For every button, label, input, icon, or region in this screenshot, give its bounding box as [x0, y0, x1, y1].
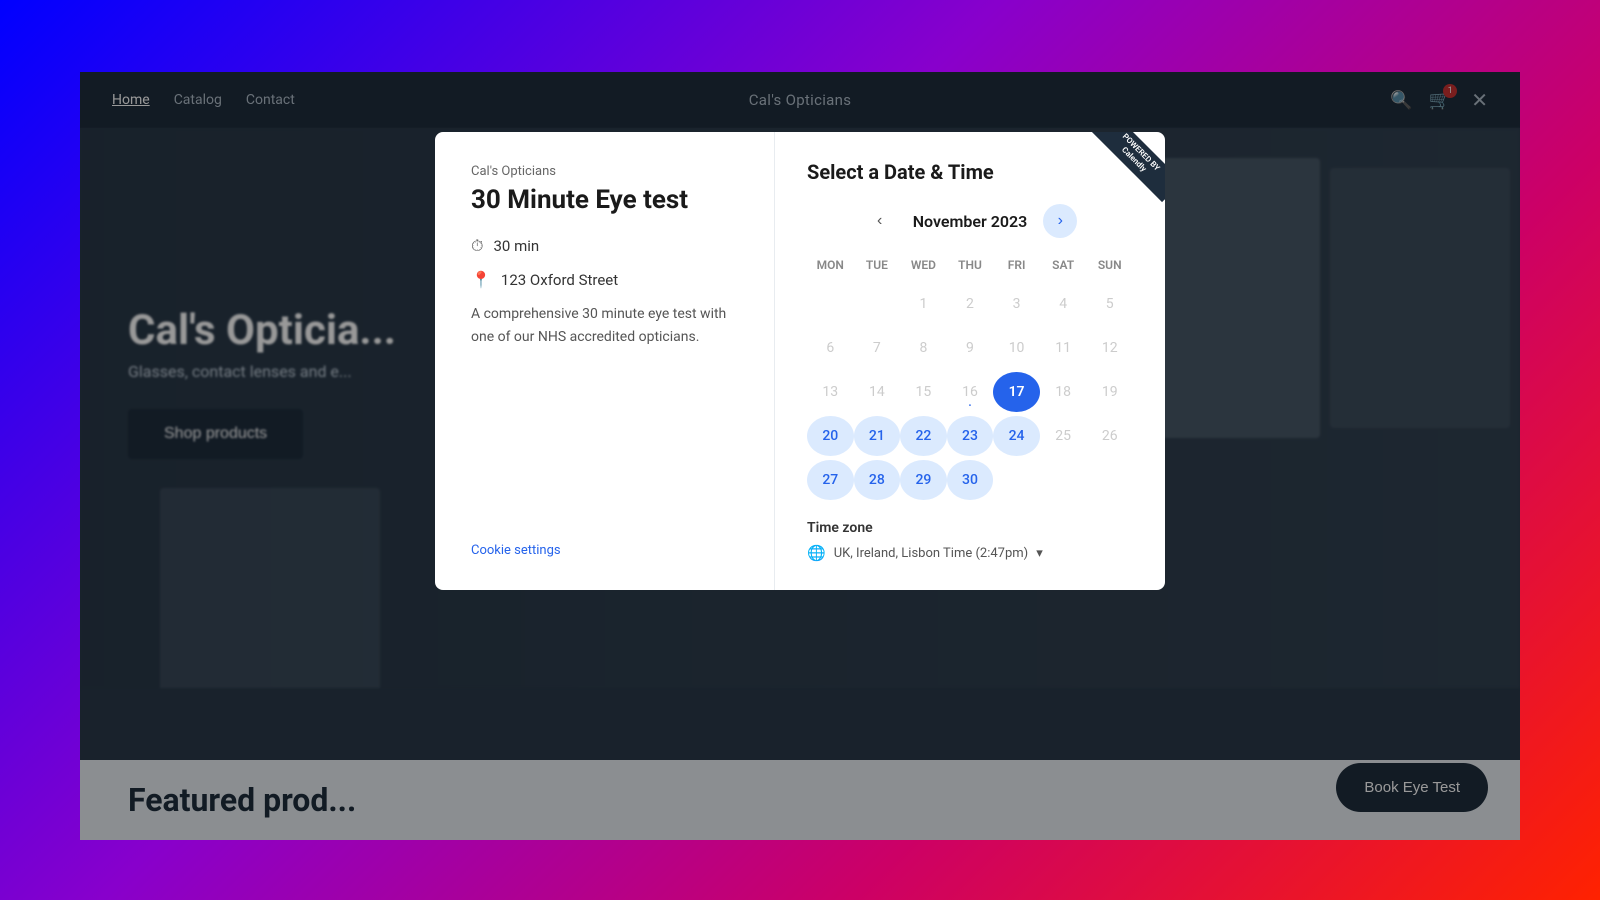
cal-cell-2: 2: [947, 284, 994, 324]
calendar-week-3: 13 14 15 16 17 18 19: [807, 372, 1133, 412]
cal-cell-21[interactable]: 21: [854, 416, 901, 456]
cal-cell-30[interactable]: 30: [947, 460, 994, 500]
day-header-sat: SAT: [1040, 254, 1087, 276]
cal-cell-16: 16: [947, 372, 994, 412]
cal-cell-11: 11: [1040, 328, 1087, 368]
duration-text: 30 min: [493, 237, 539, 255]
timezone-value: UK, Ireland, Lisbon Time (2:47pm): [834, 546, 1029, 561]
prev-month-button[interactable]: ‹: [863, 204, 897, 238]
cal-cell-17[interactable]: 17: [993, 372, 1040, 412]
timezone-section: Time zone 🌐 UK, Ireland, Lisbon Time (2:…: [807, 520, 1133, 562]
cal-cell-empty: [1086, 460, 1133, 500]
modal-company-name: Cal's Opticians: [471, 164, 738, 179]
modal-location: 📍 123 Oxford Street: [471, 270, 738, 289]
cal-cell-27[interactable]: 27: [807, 460, 854, 500]
day-header-wed: WED: [900, 254, 947, 276]
cal-cell-25: 25: [1040, 416, 1087, 456]
modal-description: A comprehensive 30 minute eye test with …: [471, 303, 738, 348]
modal-right-panel: POWERED BY Calendly Select a Date & Time…: [775, 132, 1165, 590]
cal-cell-5: 5: [1086, 284, 1133, 324]
cal-cell-empty: [854, 284, 901, 324]
calendar-week-1: 1 2 3 4 5: [807, 284, 1133, 324]
calendar-week-4: 20 21 22 23 24 25 26: [807, 416, 1133, 456]
cal-cell-13: 13: [807, 372, 854, 412]
cal-cell-18: 18: [1040, 372, 1087, 412]
cal-cell-8: 8: [900, 328, 947, 368]
timezone-label: Time zone: [807, 520, 1133, 536]
day-header-thu: THU: [947, 254, 994, 276]
cal-cell-6: 6: [807, 328, 854, 368]
cal-cell-24[interactable]: 24: [993, 416, 1040, 456]
calendar-week-2: 6 7 8 9 10 11 12: [807, 328, 1133, 368]
cal-cell-20[interactable]: 20: [807, 416, 854, 456]
calendly-badge-text: POWERED BY Calendly: [1091, 132, 1165, 202]
cal-cell-3: 3: [993, 284, 1040, 324]
cal-cell-9: 9: [947, 328, 994, 368]
timezone-dropdown-icon: ▾: [1036, 546, 1043, 561]
day-header-sun: SUN: [1086, 254, 1133, 276]
calendly-badge: POWERED BY Calendly: [1085, 132, 1165, 212]
cal-cell-7: 7: [854, 328, 901, 368]
day-header-tue: TUE: [854, 254, 901, 276]
cookie-settings-link[interactable]: Cookie settings: [471, 543, 738, 558]
calendar-week-5: 27 28 29 30: [807, 460, 1133, 500]
modal-left-panel: Cal's Opticians 30 Minute Eye test ⏱ 30 …: [435, 132, 775, 590]
modal-duration: ⏱ 30 min: [471, 236, 738, 256]
day-header-fri: FRI: [993, 254, 1040, 276]
cal-cell-4: 4: [1040, 284, 1087, 324]
day-header-mon: MON: [807, 254, 854, 276]
calendar-grid: MON TUE WED THU FRI SAT SUN 1 2: [807, 254, 1133, 500]
cal-cell-empty: [1040, 460, 1087, 500]
clock-icon: ⏱: [471, 236, 483, 256]
cal-cell-28[interactable]: 28: [854, 460, 901, 500]
cal-cell-23[interactable]: 23: [947, 416, 994, 456]
timezone-selector[interactable]: 🌐 UK, Ireland, Lisbon Time (2:47pm) ▾: [807, 544, 1133, 562]
location-icon: 📍: [471, 270, 491, 289]
website-container: Home Catalog Contact Cal's Opticians 🔍 🛒…: [80, 72, 1520, 840]
cal-cell-12: 12: [1086, 328, 1133, 368]
calendar-month: November 2023: [913, 212, 1028, 231]
cal-cell-15: 15: [900, 372, 947, 412]
cal-cell-14: 14: [854, 372, 901, 412]
cal-cell-29[interactable]: 29: [900, 460, 947, 500]
cal-cell-1: 1: [900, 284, 947, 324]
cal-cell-10: 10: [993, 328, 1040, 368]
booking-modal: Cal's Opticians 30 Minute Eye test ⏱ 30 …: [435, 132, 1165, 590]
cal-cell-26: 26: [1086, 416, 1133, 456]
modal-service-title: 30 Minute Eye test: [471, 185, 738, 216]
next-month-button[interactable]: ›: [1043, 204, 1077, 238]
cal-cell-19: 19: [1086, 372, 1133, 412]
modal-overlay: Cal's Opticians 30 Minute Eye test ⏱ 30 …: [80, 72, 1520, 840]
globe-icon: 🌐: [807, 544, 826, 562]
location-text: 123 Oxford Street: [501, 271, 618, 289]
cal-cell-empty: [807, 284, 854, 324]
cal-cell-22[interactable]: 22: [900, 416, 947, 456]
calendar-header-row: MON TUE WED THU FRI SAT SUN: [807, 254, 1133, 276]
cal-cell-empty: [993, 460, 1040, 500]
